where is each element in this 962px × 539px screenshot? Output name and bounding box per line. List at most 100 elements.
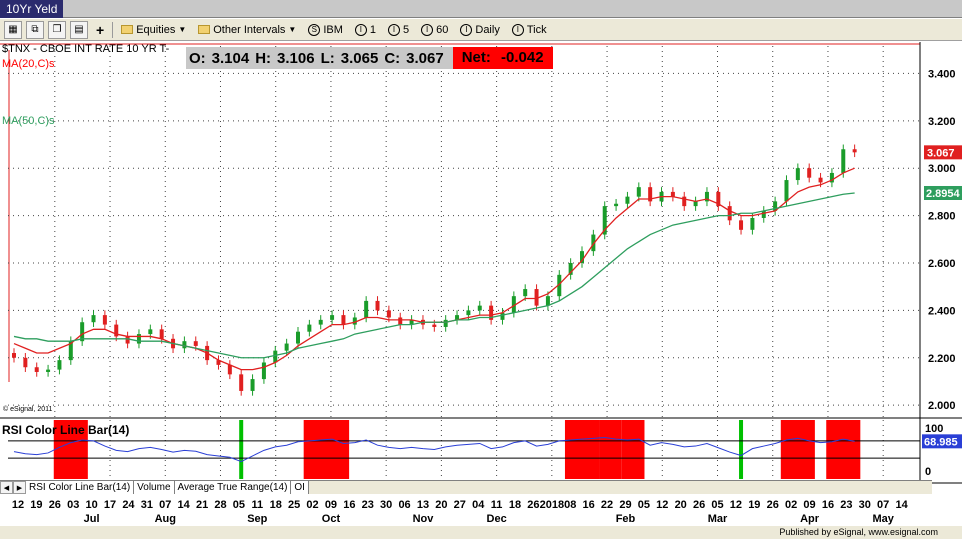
y-tick-label: 2.800 <box>928 211 956 223</box>
badge-icon: I <box>460 23 473 36</box>
rsi-alert-bar <box>239 420 244 479</box>
other-intervals-label: Other Intervals <box>213 23 286 36</box>
month-label: Sep <box>247 513 267 525</box>
tab-oi[interactable]: OI <box>291 481 309 494</box>
y-tick-label: 2.200 <box>928 353 956 365</box>
rsi-overbought-zone <box>780 420 815 479</box>
candle-body <box>693 201 698 207</box>
interval-5-label: 5 <box>403 23 410 36</box>
x-tick-label: 22 <box>601 499 613 511</box>
x-tick-label: 12 <box>12 499 24 511</box>
tab-volume[interactable]: Volume <box>134 481 175 494</box>
toolbar: ▦ ⧉ ❐ ▤ + Equities ▼ Other Intervals ▼ S… <box>0 19 962 41</box>
candle-body <box>523 289 528 297</box>
other-intervals-dropdown[interactable]: Other Intervals ▼ <box>194 21 300 39</box>
candle-body <box>34 367 39 372</box>
rsi-overbought-zone <box>599 420 622 479</box>
x-tick-label: 18 <box>509 499 521 511</box>
rsi-overbought-zone <box>621 420 645 479</box>
x-tick-label: 05 <box>233 499 245 511</box>
candle-body <box>102 315 107 325</box>
close-value: 3.067 <box>406 49 444 67</box>
x-tick-label: 10 <box>86 499 98 511</box>
x-tick-label: 16 <box>343 499 355 511</box>
window-title[interactable]: 10Yr Yeld <box>0 0 64 18</box>
candle-body <box>852 149 857 153</box>
rsi-overbought-zone <box>826 420 861 479</box>
candle-body <box>148 329 153 335</box>
badge-icon: S <box>308 23 321 36</box>
symbol-ibm-button[interactable]: S IBM <box>304 21 347 39</box>
x-tick-label: 24 <box>122 499 135 511</box>
chart-canvas[interactable]: 2.000 2.200 2.400 2.600 2.800 3.000 3.200 3.400… <box>0 42 962 526</box>
tab-scroll-right-icon[interactable]: ▶ <box>13 481 26 494</box>
net-change-badge: Net: -0.042 <box>452 47 553 69</box>
x-tick-label: 11 <box>251 499 263 511</box>
link-icon[interactable]: ⧉ <box>26 20 44 39</box>
candle-body <box>727 206 732 221</box>
y-tick-label: 3.000 <box>928 163 956 175</box>
x-tick-label: 07 <box>159 499 171 511</box>
candle-body <box>136 334 141 344</box>
x-tick-label: 31 <box>141 499 153 511</box>
y-tick-label: 3.200 <box>928 116 956 128</box>
equities-label: Equities <box>136 23 176 36</box>
candle-body <box>307 324 312 332</box>
x-tick-label: 09 <box>325 499 337 511</box>
grid-icon[interactable]: ▤ <box>70 20 88 39</box>
folder-icon <box>121 25 134 34</box>
x-tick-label: 23 <box>840 499 852 511</box>
equities-dropdown[interactable]: Equities ▼ <box>117 21 190 39</box>
rsi-overbought-zone <box>564 420 600 479</box>
month-label: Mar <box>708 513 728 525</box>
x-tick-label: 12 <box>730 499 742 511</box>
add-icon[interactable]: + <box>92 21 108 39</box>
candle-body <box>12 353 16 358</box>
interval-1-button[interactable]: I 1 <box>351 21 380 39</box>
x-tick-label: 28 <box>214 499 226 511</box>
candle-body <box>795 168 800 181</box>
chart-icon[interactable]: ▦ <box>4 20 22 39</box>
y-tick-label: 3.400 <box>928 68 956 80</box>
candle-body <box>261 362 266 380</box>
month-label: Apr <box>800 513 820 525</box>
candle-body <box>250 379 255 391</box>
candle-body <box>46 369 51 372</box>
candle-body <box>443 319 448 327</box>
ma20-legend: MA(20,C)s <box>2 58 55 70</box>
candle-body <box>159 329 164 339</box>
candle-body <box>318 319 323 325</box>
candle-body <box>818 177 823 183</box>
interval-5-button[interactable]: I 5 <box>384 21 413 39</box>
month-label: Jul <box>84 513 100 525</box>
close-label: C: <box>384 49 401 67</box>
interval-daily-button[interactable]: I Daily <box>456 21 503 39</box>
x-tick-label: 04 <box>472 499 485 511</box>
candle-body <box>375 300 380 311</box>
candle-body <box>500 312 505 320</box>
x-tick-label: 05 <box>638 499 650 511</box>
interval-60-button[interactable]: I 60 <box>417 21 452 39</box>
x-tick-label: 18 <box>270 499 282 511</box>
x-tick-label: 26 <box>693 499 705 511</box>
rsi-tick-100: 100 <box>925 423 943 435</box>
x-tick-label: 19 <box>748 499 760 511</box>
interval-tick-button[interactable]: I Tick <box>508 21 551 39</box>
x-tick-label: 20 <box>675 499 687 511</box>
window-titlebar: 10Yr Yeld <box>0 0 962 18</box>
rsi-tick-0: 0 <box>925 466 931 478</box>
candle-body <box>841 149 846 173</box>
candle-body <box>273 350 278 363</box>
candle-body <box>625 196 630 204</box>
tab-scroll-left-icon[interactable]: ◀ <box>0 481 13 494</box>
low-label: L: <box>320 49 335 67</box>
tab-atr[interactable]: Average True Range(14) <box>174 481 292 494</box>
copy-icon[interactable]: ❐ <box>48 20 66 39</box>
low-value: 3.065 <box>340 49 379 67</box>
x-tick-label: 16 <box>822 499 834 511</box>
x-tick-label: 02 <box>306 499 318 511</box>
tab-rsi[interactable]: RSI Color Line Bar(14) <box>26 481 135 494</box>
ma50-legend: MA(50,C)s <box>2 115 55 127</box>
candle-body <box>91 315 96 323</box>
toolbar-separator <box>112 21 114 38</box>
